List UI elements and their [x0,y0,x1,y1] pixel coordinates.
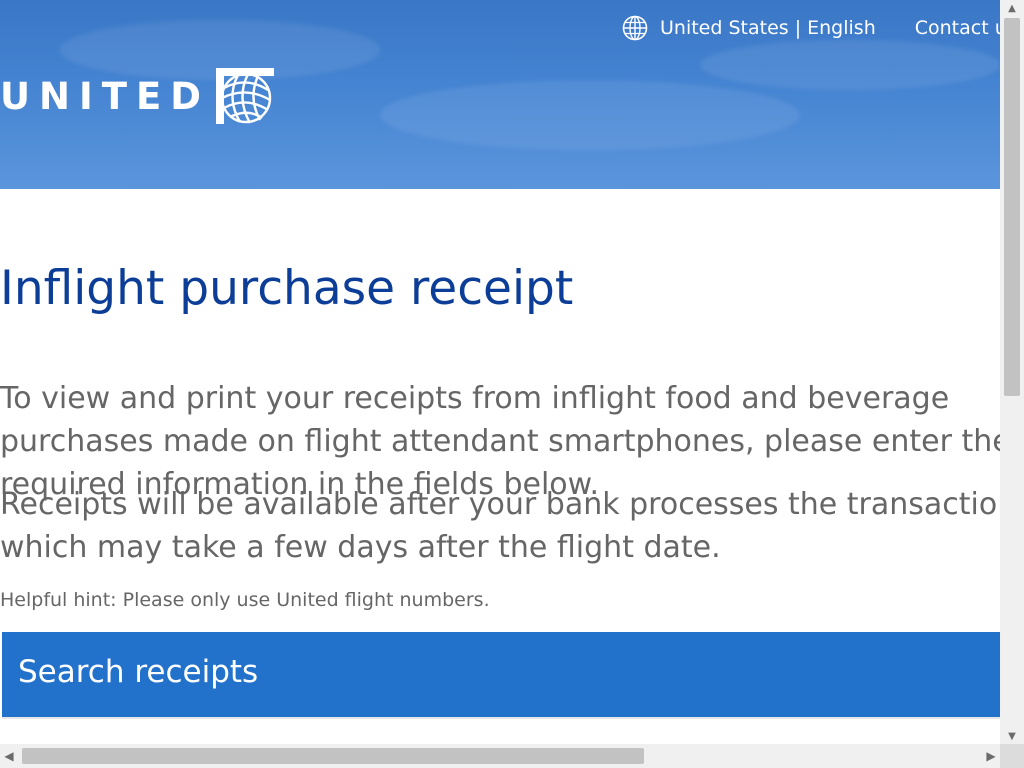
vertical-scrollbar[interactable]: ▲ ▼ [1000,0,1024,744]
united-logo[interactable]: UNITED [0,68,275,124]
helpful-hint: Helpful hint: Please only use United fli… [0,589,490,611]
scroll-down-arrow-icon[interactable]: ▼ [1000,728,1024,744]
united-globe-logo-icon [216,68,275,124]
utility-nav: United States | English Contact us [622,14,1000,42]
sky-cloud [700,40,1000,90]
scroll-left-arrow-icon[interactable]: ◀ [0,744,18,768]
scroll-up-arrow-icon[interactable]: ▲ [1000,0,1024,16]
search-panel-title: Search receipts [18,654,259,690]
logo-wordmark: UNITED [0,74,211,118]
contact-us-link[interactable]: Contact us [915,17,1000,39]
scrollbar-corner [1000,744,1024,768]
page-title: Inflight purchase receipt [0,261,574,316]
search-receipts-panel: Search receipts [2,632,1000,717]
page-viewport: United States | English Contact us UNITE… [0,0,1000,744]
sky-cloud [380,80,800,150]
horizontal-scrollbar[interactable]: ◀ ▶ [0,744,1000,768]
scroll-right-arrow-icon[interactable]: ▶ [982,744,1000,768]
panel-divider [2,717,1000,719]
horizontal-scroll-thumb[interactable] [22,748,644,764]
locale-selector-link[interactable]: United States | English [660,17,876,39]
vertical-scroll-thumb[interactable] [1004,18,1020,396]
globe-icon[interactable] [622,15,648,41]
site-header: United States | English Contact us UNITE… [0,0,1000,189]
availability-note: Receipts will be available after your ba… [0,487,1000,565]
